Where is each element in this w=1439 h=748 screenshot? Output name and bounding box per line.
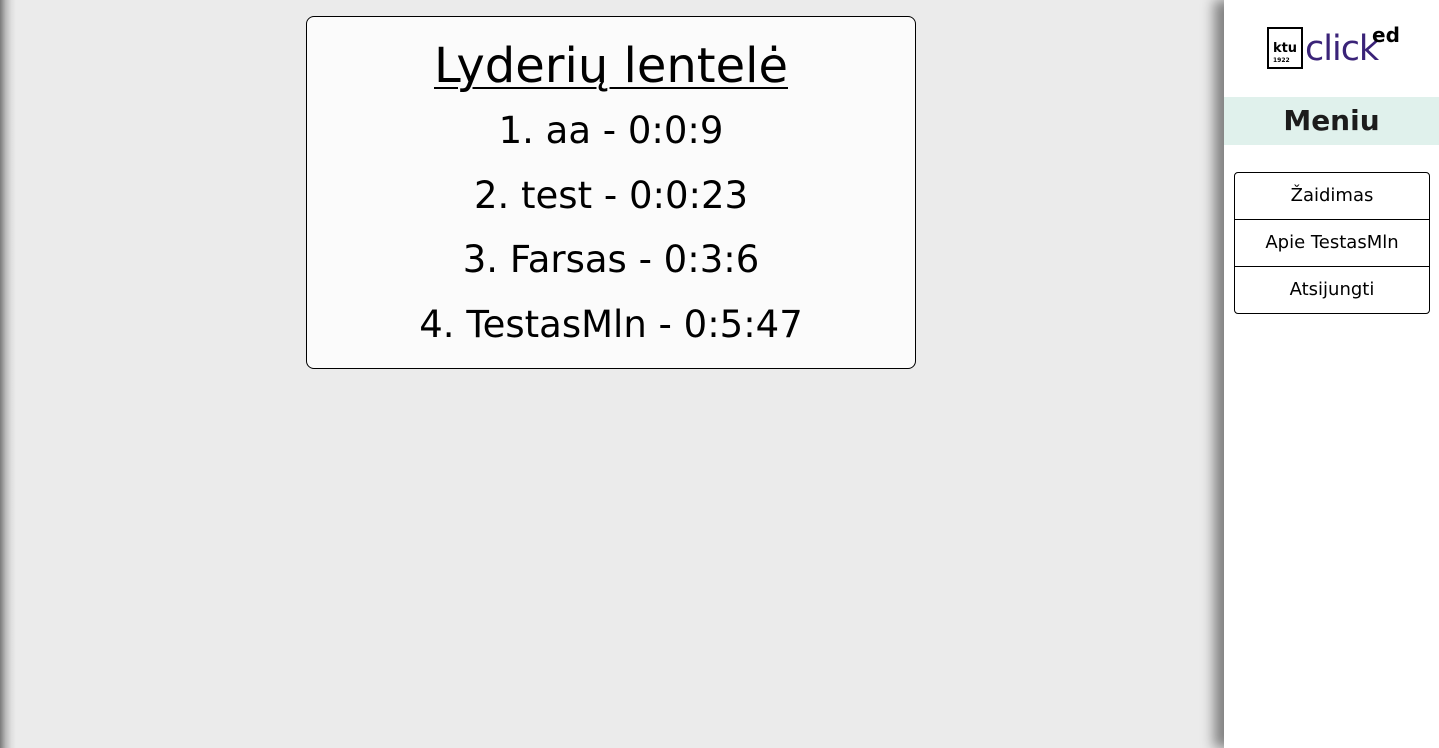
ktu-clicked-logo[interactable]: ktu 1922 click ed: [1267, 23, 1407, 75]
leaderboard-entry: 3. Farsas - 0:3:6: [462, 238, 760, 281]
menu-title: Meniu: [1224, 97, 1439, 145]
logo-click-text: click: [1305, 29, 1379, 69]
leaderboard-panel: Lyderių lentelė 1. aa - 0:0:9 2. test - …: [306, 16, 916, 369]
sidebar: ktu 1922 click ed Meniu Žaidimas Apie Te…: [1224, 0, 1439, 748]
menu-item-about[interactable]: Apie TestasMln: [1234, 219, 1430, 267]
leaderboard-entry: 2. test - 0:0:23: [473, 174, 749, 217]
menu-item-logout[interactable]: Atsijungti: [1234, 266, 1430, 314]
left-edge-shadow: [0, 0, 16, 748]
logo-ktu-text: ktu: [1272, 41, 1298, 56]
ktu-logo-box: ktu 1922: [1267, 27, 1303, 69]
leaderboard-entry: 4. TestasMln - 0:5:47: [419, 303, 803, 346]
logo-ed-text: ed: [1372, 23, 1400, 47]
menu-item-game[interactable]: Žaidimas: [1234, 172, 1430, 220]
leaderboard-entry: 1. aa - 0:0:9: [498, 109, 724, 152]
leaderboard-title: Lyderių lentelė: [434, 38, 788, 94]
logo-year-text: 1922: [1273, 57, 1290, 64]
